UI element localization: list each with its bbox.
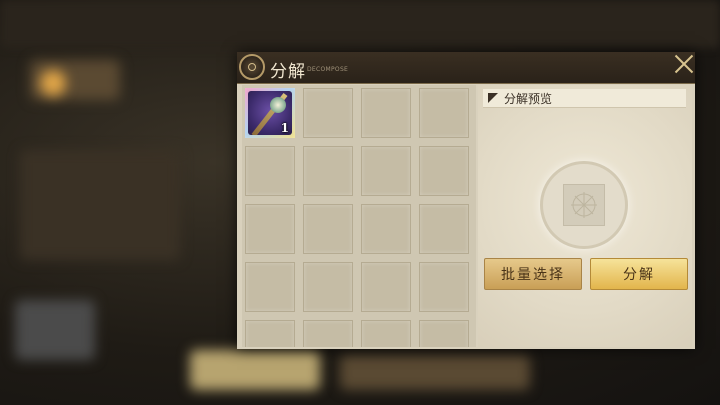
- preview-title: 分解预览: [504, 92, 553, 106]
- item-count-badge: 1: [280, 121, 289, 135]
- inventory-slot-empty[interactable]: [361, 88, 411, 138]
- inventory-slot-empty[interactable]: [419, 204, 469, 254]
- decompose-emblem-icon: [239, 54, 265, 80]
- inventory-slot-empty[interactable]: [245, 320, 295, 347]
- inventory-slot-empty[interactable]: [303, 204, 353, 254]
- inventory-slot-empty[interactable]: [419, 146, 469, 196]
- inventory-slot-empty[interactable]: [361, 320, 411, 347]
- inventory-slot-empty[interactable]: [303, 262, 353, 312]
- background-icon: [40, 70, 66, 96]
- inventory-slot-empty[interactable]: [361, 146, 411, 196]
- preview-result-circle: [540, 161, 628, 249]
- background-element: [340, 355, 530, 390]
- inventory-slot-empty[interactable]: [245, 204, 295, 254]
- staff-weapon-icon: 1: [248, 91, 292, 135]
- weapon-head: [270, 97, 286, 113]
- background-element: [190, 350, 320, 390]
- inventory-slot-empty[interactable]: [419, 320, 469, 347]
- decompose-preview-panel: 分解预览: [478, 85, 692, 347]
- background-element: [15, 300, 95, 360]
- inventory-slot-empty[interactable]: [361, 262, 411, 312]
- decompose-button[interactable]: 分解: [590, 258, 688, 290]
- compass-placeholder-icon: [571, 192, 597, 218]
- inventory-slot-empty[interactable]: [361, 204, 411, 254]
- inventory-slot-empty[interactable]: [303, 88, 353, 138]
- preview-result-slot: [563, 184, 605, 226]
- close-button[interactable]: [670, 50, 698, 78]
- corner-marker-icon: [488, 93, 498, 103]
- dialog-header: 分解 DECOMPOSE: [237, 52, 695, 84]
- inventory-slot-empty[interactable]: [245, 262, 295, 312]
- inventory-slot-empty[interactable]: [419, 88, 469, 138]
- inventory-slot-empty[interactable]: [303, 146, 353, 196]
- batch-select-button[interactable]: 批量选择: [484, 258, 582, 290]
- inventory-grid: 1: [242, 85, 476, 347]
- preview-title-bar: 分解预览: [483, 89, 686, 108]
- inventory-slot-empty[interactable]: [419, 262, 469, 312]
- dialog-title: 分解: [270, 62, 306, 82]
- inventory-slot-empty[interactable]: [245, 146, 295, 196]
- background-top-bar: [0, 0, 720, 48]
- decompose-dialog: 分解 DECOMPOSE 1 分解预览: [237, 52, 695, 349]
- background-element: [20, 150, 180, 260]
- dialog-subtitle: DECOMPOSE: [307, 66, 349, 73]
- inventory-slot-empty[interactable]: [303, 320, 353, 347]
- inventory-slot-item[interactable]: 1: [245, 88, 295, 138]
